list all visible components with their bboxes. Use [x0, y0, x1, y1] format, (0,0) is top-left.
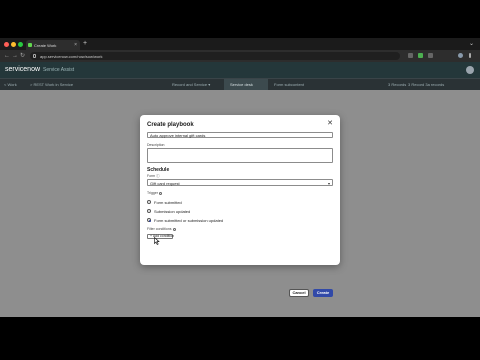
info-icon: [172, 227, 176, 231]
add-condition-button[interactable]: + Add condition: [147, 234, 174, 239]
create-playbook-dialog: Create playbook ✕ Auto approve internal …: [140, 115, 340, 297]
extension-icon[interactable]: [418, 53, 423, 58]
trigger-radio-submission-updated[interactable]: [147, 209, 151, 213]
url-field[interactable]: app.servicenow.com/now/sow/work: [30, 52, 400, 60]
browser-window: Create Work × + ⌄ ← → ↻ app.servicenow.c…: [0, 38, 480, 317]
dialog-title: Create playbook: [147, 122, 194, 128]
info-icon: [158, 191, 162, 195]
workspace-tabs: < Work > REST Work in Service Record and…: [0, 78, 480, 91]
avatar[interactable]: [466, 66, 474, 74]
trigger-radio-submitted-or-updated[interactable]: [147, 218, 151, 222]
tab-record-service[interactable]: Record and Service ▾: [172, 82, 210, 87]
bookmark-icon[interactable]: [408, 53, 413, 58]
servicenow-logo[interactable]: servicenow Service Assist: [5, 66, 74, 73]
url-text: app.servicenow.com/now/sow/work: [40, 54, 103, 59]
reload-icon[interactable]: ↻: [20, 52, 25, 60]
extensions-puzzle-icon[interactable]: [428, 53, 433, 58]
tab-search-chevron-icon[interactable]: ⌄: [469, 40, 474, 47]
description-textarea[interactable]: [147, 148, 333, 163]
tab-form-subcontent[interactable]: Form subcontent: [274, 82, 304, 87]
browser-menu-icon[interactable]: [469, 53, 471, 58]
forward-icon[interactable]: →: [12, 52, 18, 60]
description-label: Description: [147, 143, 165, 147]
form-select-value: Gift card request: [150, 181, 180, 186]
new-tab-icon[interactable]: +: [83, 40, 87, 48]
create-button[interactable]: Create: [313, 289, 333, 297]
window-close-icon[interactable]: [4, 42, 9, 47]
browser-tab-strip: Create Work × + ⌄: [0, 38, 480, 50]
profile-icon[interactable]: [458, 53, 463, 58]
browser-tab[interactable]: Create Work ×: [26, 40, 80, 50]
app-subtitle: Service Assist: [43, 67, 75, 73]
trigger-label: Trigger: [147, 191, 162, 195]
home-link[interactable]: < Work: [4, 82, 17, 87]
app-header: servicenow Service Assist: [0, 62, 480, 78]
trigger-option-label: Form submitted or submission updated: [154, 218, 224, 223]
back-icon[interactable]: ←: [4, 52, 10, 60]
chevron-down-icon: ▾: [327, 181, 330, 186]
cancel-button[interactable]: Cancel: [289, 289, 309, 297]
playbook-name-input[interactable]: Auto approve internal gift cards: [147, 132, 333, 138]
browser-tab-title: Create Work: [34, 43, 57, 48]
form-select[interactable]: Gift card request ▾: [147, 179, 333, 186]
servicenow-favicon-icon: [28, 43, 32, 47]
mouse-pointer-icon: [154, 237, 160, 245]
schedule-heading: Schedule: [147, 167, 170, 173]
breadcrumb[interactable]: > REST Work in Service: [30, 82, 73, 87]
tab-close-icon[interactable]: ×: [74, 42, 77, 48]
browser-address-bar: ← → ↻ app.servicenow.com/now/sow/work: [0, 50, 480, 62]
trigger-option-label: Submission updated: [154, 209, 191, 214]
window-maximize-icon[interactable]: [18, 42, 23, 47]
records-summary: 3 Record 3a records: [408, 82, 445, 87]
records-count: 3 Records: [388, 82, 407, 87]
close-icon[interactable]: ✕: [327, 120, 333, 128]
filter-conditions-label: Filter conditions: [147, 227, 176, 231]
trigger-option-label: Form submitted: [154, 200, 182, 205]
trigger-radio-form-submitted[interactable]: [147, 200, 151, 204]
lock-icon: [33, 54, 36, 58]
logo-text: servicenow: [5, 66, 41, 73]
window-minimize-icon[interactable]: [11, 42, 16, 47]
tab-service-desk-label: Service desk: [230, 82, 253, 87]
